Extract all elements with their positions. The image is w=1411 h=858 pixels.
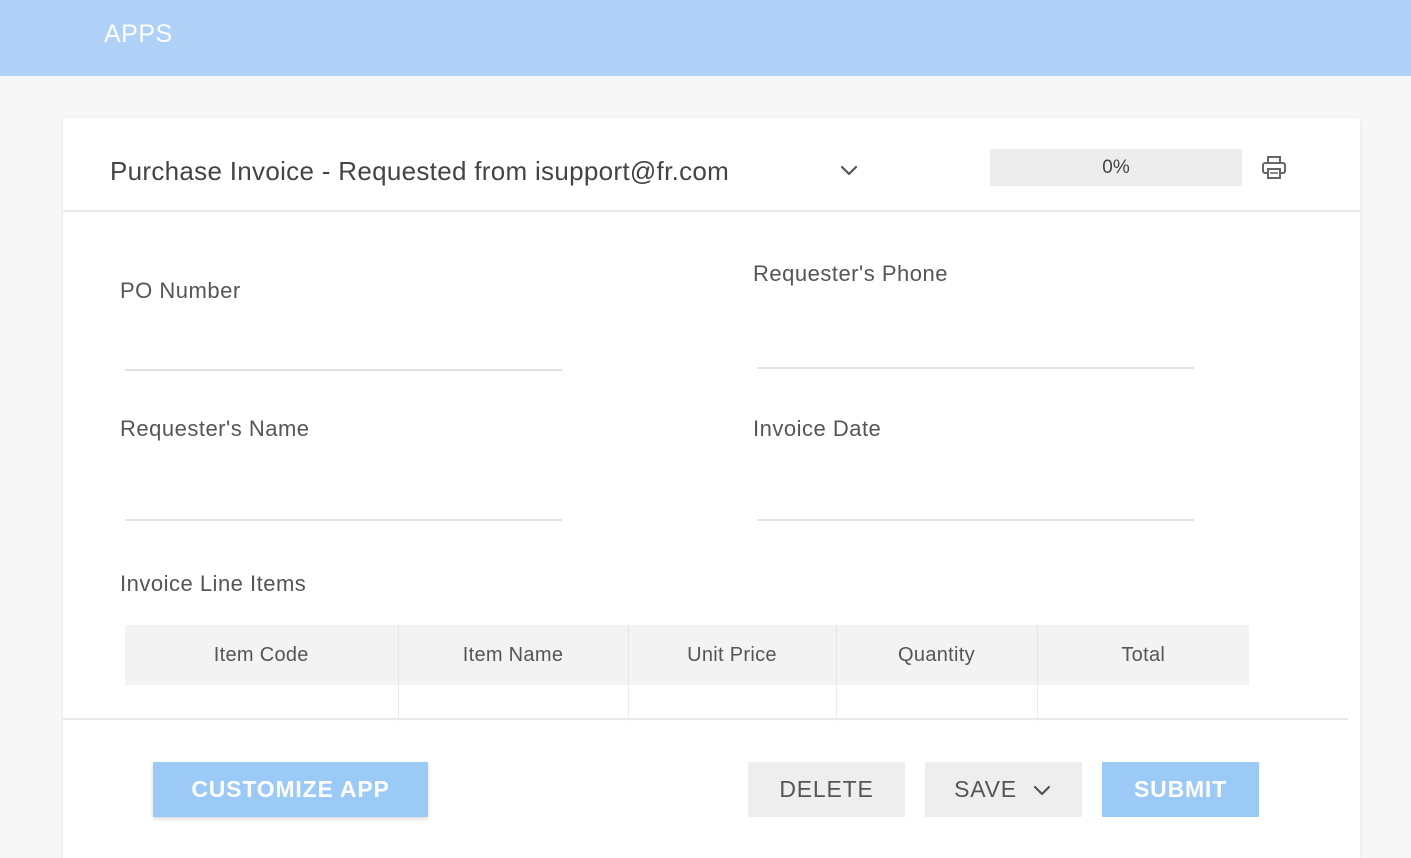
printer-icon[interactable] (1260, 154, 1288, 182)
topbar-title[interactable]: APPS (104, 20, 173, 49)
customize-app-button[interactable]: CUSTOMIZE APP (153, 762, 428, 817)
line-items-table: Item Code Item Name Unit Price Quantity … (125, 625, 1249, 721)
delete-button[interactable]: DELETE (748, 762, 905, 817)
column-header-unit-price[interactable]: Unit Price (628, 625, 837, 685)
requester-name-label: Requester's Name (120, 416, 310, 441)
table-cell[interactable] (628, 685, 837, 721)
submit-button[interactable]: SUBMIT (1102, 762, 1259, 817)
form-header: Purchase Invoice - Requested from isuppo… (63, 118, 1360, 212)
column-header-quantity[interactable]: Quantity (836, 625, 1038, 685)
form-title: Purchase Invoice - Requested from isuppo… (110, 156, 730, 186)
table-header-row: Item Code Item Name Unit Price Quantity … (125, 625, 1249, 685)
requester-phone-input[interactable] (757, 331, 1194, 369)
column-header-item-code[interactable]: Item Code (125, 625, 399, 685)
footer-divider (63, 718, 1348, 720)
po-number-label: PO Number (120, 278, 241, 303)
chevron-down-icon[interactable] (836, 158, 862, 184)
chevron-down-icon[interactable] (1031, 780, 1053, 802)
top-bar: APPS (0, 0, 1411, 76)
requester-name-input[interactable] (125, 483, 562, 521)
form-card: Purchase Invoice - Requested from isuppo… (63, 118, 1360, 858)
column-header-item-name[interactable]: Item Name (398, 625, 629, 685)
table-cell[interactable] (398, 685, 629, 721)
invoice-date-input[interactable] (757, 483, 1194, 521)
table-cell[interactable] (836, 685, 1038, 721)
invoice-date-label: Invoice Date (753, 416, 882, 441)
line-items-label: Invoice Line Items (120, 571, 307, 596)
table-cell[interactable] (125, 685, 399, 721)
save-button-label: SAVE (954, 776, 1017, 802)
column-header-total[interactable]: Total (1037, 625, 1249, 685)
save-button[interactable]: SAVE (925, 762, 1082, 817)
table-cell[interactable] (1037, 685, 1249, 721)
progress-indicator: 0% (990, 149, 1242, 186)
table-row[interactable] (125, 685, 1249, 721)
requester-phone-label: Requester's Phone (753, 261, 948, 286)
po-number-input[interactable] (125, 333, 562, 371)
